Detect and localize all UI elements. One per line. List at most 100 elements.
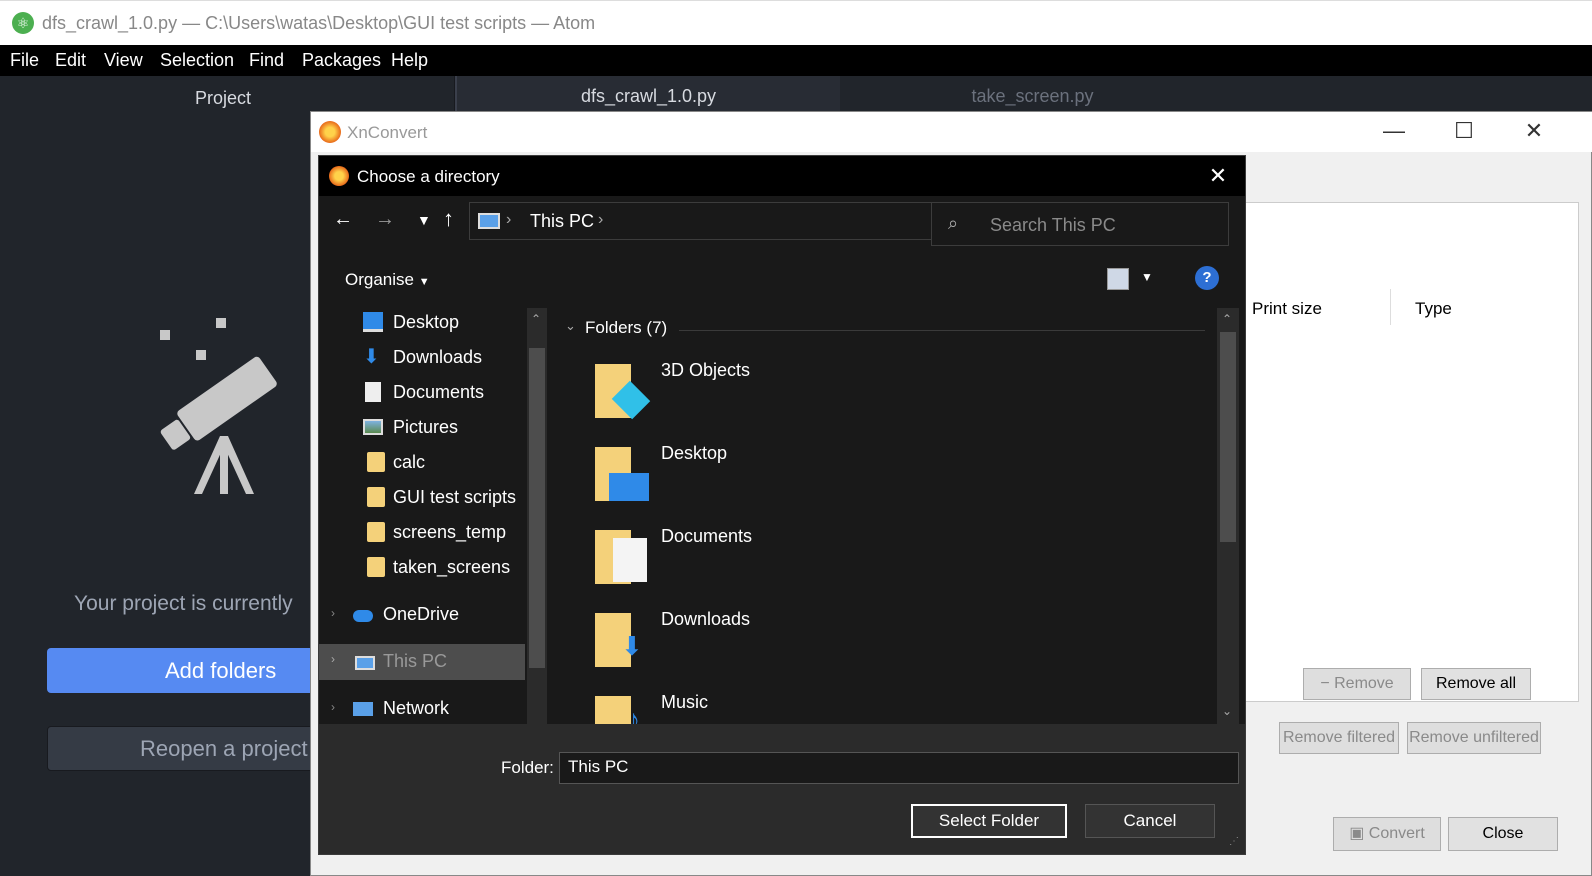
group-count: (7) bbox=[646, 318, 668, 337]
folder-label: Music bbox=[661, 692, 709, 712]
remove-filtered-button[interactable]: Remove filtered bbox=[1279, 722, 1399, 754]
folder-label: 3D Objects bbox=[661, 360, 751, 380]
nav-label: OneDrive bbox=[383, 604, 460, 624]
network-icon bbox=[353, 702, 373, 716]
group-collapse-icon[interactable]: ⌄ bbox=[565, 318, 576, 334]
close-window-button[interactable]: ✕ bbox=[1499, 112, 1569, 152]
nav-label: Network bbox=[383, 698, 450, 718]
file-list: Print size Type bbox=[1239, 202, 1579, 702]
nav-label: Downloads bbox=[393, 347, 483, 367]
convert-button[interactable]: ▣ Convert bbox=[1333, 817, 1441, 851]
nav-scroll-thumb[interactable] bbox=[529, 348, 545, 668]
tab-take-screen[interactable]: take_screen.py bbox=[840, 76, 1225, 112]
expand-chevron-icon[interactable]: › bbox=[331, 652, 335, 666]
menu-packages[interactable]: Packages bbox=[302, 50, 381, 71]
maximize-button[interactable]: ☐ bbox=[1429, 112, 1499, 152]
column-print-size[interactable]: Print size bbox=[1252, 299, 1322, 319]
column-type[interactable]: Type bbox=[1415, 299, 1452, 319]
remove-label: Remove bbox=[1334, 675, 1394, 692]
scroll-up-icon[interactable]: ⌃ bbox=[1222, 312, 1232, 326]
folder-tile-music[interactable]: ♪ Music bbox=[577, 680, 945, 728]
nav-item-this-pc[interactable]: › This PC bbox=[319, 644, 525, 680]
folder-label: Folder: bbox=[501, 758, 554, 777]
documents-icon bbox=[365, 382, 381, 402]
search-input[interactable]: ⌕ Search This PC bbox=[931, 202, 1229, 246]
view-options-caret-icon[interactable]: ▼ bbox=[1141, 270, 1153, 284]
content-scrollbar[interactable]: ⌃ ⌄ bbox=[1217, 308, 1239, 724]
minimize-button[interactable]: — bbox=[1359, 112, 1429, 152]
editor-tabs: dfs_crawl_1.0.py take_screen.py bbox=[455, 76, 1592, 112]
convert-label: Convert bbox=[1368, 825, 1425, 842]
nav-label: Documents bbox=[393, 382, 485, 402]
expand-chevron-icon[interactable]: › bbox=[331, 606, 335, 620]
folder-label: Desktop bbox=[661, 443, 728, 463]
remove-button[interactable]: − Remove bbox=[1303, 668, 1411, 700]
nav-label: Pictures bbox=[393, 417, 459, 437]
folder-tile-downloads[interactable]: ⬇ Downloads bbox=[577, 597, 945, 675]
tab-dfs-crawl[interactable]: dfs_crawl_1.0.py bbox=[455, 76, 840, 112]
menu-bar: File Edit View Selection Find Packages H… bbox=[0, 45, 1592, 76]
menu-find[interactable]: Find bbox=[249, 50, 284, 71]
menu-edit[interactable]: Edit bbox=[55, 50, 86, 71]
select-folder-button[interactable]: Select Folder bbox=[911, 804, 1067, 838]
music-folder-icon: ♪ bbox=[587, 686, 651, 728]
folder-label: Documents bbox=[661, 526, 753, 546]
folders-group-header[interactable]: Folders (7) bbox=[585, 318, 667, 338]
view-options-icon[interactable] bbox=[1107, 268, 1129, 290]
resize-grip-icon[interactable]: ⋰ bbox=[1229, 836, 1239, 847]
folder-tile-desktop[interactable]: Desktop bbox=[577, 431, 945, 509]
dialog-titlebar: Choose a directory ✕ bbox=[319, 156, 1245, 196]
search-placeholder: Search This PC bbox=[990, 215, 1116, 235]
remove-all-button[interactable]: Remove all bbox=[1421, 668, 1531, 700]
download-icon: ⬇ bbox=[363, 346, 380, 368]
organise-label: Organise bbox=[345, 270, 414, 289]
organise-menu[interactable]: Organise ▼ bbox=[345, 270, 430, 290]
xnconvert-titlebar: XnConvert — ☐ ✕ bbox=[311, 112, 1592, 152]
dialog-logo-icon bbox=[329, 166, 349, 186]
folder-icon bbox=[367, 487, 385, 507]
desktop-icon bbox=[363, 312, 383, 332]
folder-label: Downloads bbox=[661, 609, 751, 629]
dialog-close-button[interactable]: ✕ bbox=[1195, 160, 1241, 192]
scroll-up-icon[interactable]: ⌃ bbox=[531, 312, 541, 326]
nav-scrollbar[interactable]: ⌃ bbox=[527, 308, 547, 724]
menu-selection[interactable]: Selection bbox=[160, 50, 234, 71]
help-icon[interactable]: ? bbox=[1195, 266, 1219, 290]
tab-project[interactable]: Project bbox=[195, 88, 251, 109]
folder-icon bbox=[367, 452, 385, 472]
folder-icon bbox=[367, 522, 385, 542]
dialog-title: Choose a directory bbox=[357, 167, 500, 186]
folder-icon bbox=[367, 557, 385, 577]
up-arrow-icon[interactable]: ↑ bbox=[443, 206, 454, 232]
content-scroll-thumb[interactable] bbox=[1220, 332, 1236, 542]
column-divider bbox=[1390, 289, 1391, 325]
scroll-down-icon[interactable]: ⌄ bbox=[1222, 704, 1232, 718]
recent-locations-chevron-icon[interactable]: ▼ bbox=[417, 212, 431, 228]
nav-label: GUI test scripts bbox=[393, 487, 517, 507]
pictures-icon bbox=[363, 419, 383, 435]
empty-project-text: Your project is currently bbox=[74, 592, 293, 615]
folder-input[interactable]: This PC bbox=[559, 752, 1239, 784]
menu-view[interactable]: View bbox=[104, 50, 143, 71]
group-divider bbox=[679, 330, 1205, 331]
cancel-button[interactable]: Cancel bbox=[1085, 804, 1215, 838]
atom-titlebar: ⚛ dfs_crawl_1.0.py — C:\Users\watas\Desk… bbox=[0, 0, 1592, 45]
this-pc-icon bbox=[355, 656, 375, 670]
nav-label: Desktop bbox=[393, 312, 460, 332]
remove-unfiltered-button[interactable]: Remove unfiltered bbox=[1407, 722, 1541, 754]
menu-help[interactable]: Help bbox=[391, 50, 428, 71]
desktop-folder-icon bbox=[587, 437, 651, 503]
convert-icon: ▣ bbox=[1349, 825, 1365, 842]
folder-tile-documents[interactable]: Documents bbox=[577, 514, 945, 592]
back-arrow-icon[interactable]: ← bbox=[333, 208, 353, 231]
documents-folder-icon bbox=[587, 520, 651, 586]
breadcrumb-this-pc[interactable]: This PC bbox=[530, 211, 594, 232]
breadcrumb-chevron-icon: › bbox=[506, 211, 512, 228]
navigation-pane: Desktop📌 ⬇Downloads📌 Documents📌 Pictures… bbox=[319, 304, 547, 724]
expand-chevron-icon[interactable]: › bbox=[331, 700, 335, 714]
breadcrumb-dropdown-icon[interactable]: › bbox=[598, 211, 603, 229]
menu-file[interactable]: File bbox=[10, 50, 39, 71]
forward-arrow-icon[interactable]: → bbox=[375, 208, 395, 231]
folder-tile-3d-objects[interactable]: 3D Objects bbox=[577, 348, 945, 426]
close-button[interactable]: Close bbox=[1448, 817, 1558, 851]
